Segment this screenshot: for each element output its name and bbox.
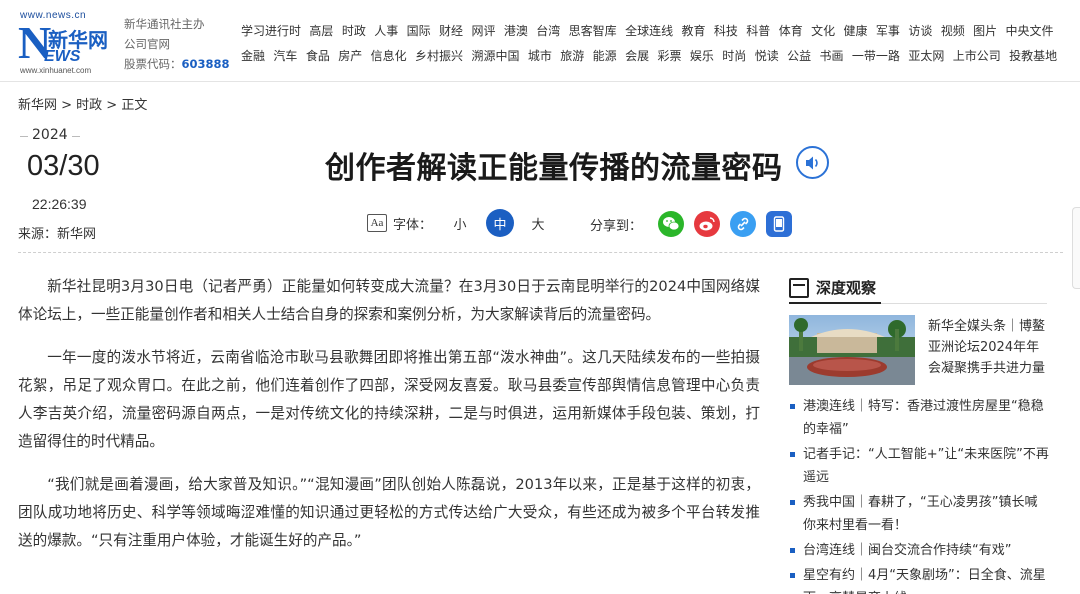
font-medium-button[interactable]: 中: [486, 209, 515, 237]
font-size-controls: Aa 字体： 小 中 大: [367, 208, 552, 238]
weibo-icon[interactable]: [694, 211, 721, 237]
nav-item[interactable]: 文化: [811, 22, 835, 39]
sponsor-line1: 新华通讯社主办: [124, 17, 205, 31]
book-icon: [789, 277, 809, 298]
nav-item[interactable]: 军事: [876, 22, 900, 39]
sidebar-title-text: 深度观察: [816, 279, 877, 297]
nav-item[interactable]: 乡村振兴: [415, 47, 463, 64]
nav-item[interactable]: 思客智库: [569, 22, 617, 39]
feature-headline[interactable]: 新华全媒头条｜博鳌亚洲论坛2024年年会凝聚携手共进力量: [928, 316, 1048, 379]
nav-item[interactable]: 汽车: [273, 47, 297, 64]
publish-time: 22:26:39: [32, 196, 87, 212]
xinhua-logo[interactable]: www.news.cn N 新华网 EWS www.xinhuanet.com: [18, 10, 110, 75]
nav-item[interactable]: 科普: [746, 22, 770, 39]
sponsor-info: 新华通讯社主办 公司官网 股票代码：603888: [124, 14, 230, 74]
sidebar-list-item[interactable]: 台湾连线｜闽台交流合作持续“有戏”: [789, 539, 1049, 562]
sidebar-list-item[interactable]: 记者手记：“人工智能+”让“未来医院”不再遥远: [789, 443, 1049, 489]
logo-ews: EWS: [44, 48, 81, 65]
header-divider: [18, 252, 1063, 253]
mobile-icon[interactable]: [766, 211, 793, 237]
nav-item[interactable]: 时尚: [722, 47, 746, 64]
stock-code[interactable]: 603888: [182, 57, 230, 71]
side-tab[interactable]: [1072, 207, 1080, 289]
nav-item[interactable]: 上市公司: [953, 47, 1001, 64]
nav-item[interactable]: 访谈: [908, 22, 932, 39]
nav-item[interactable]: 亚太网: [908, 47, 944, 64]
nav-item[interactable]: 公益: [787, 47, 811, 64]
link-icon[interactable]: [730, 211, 757, 237]
font-size-label: 字体：: [393, 217, 433, 233]
stock-info[interactable]: 股票代码：603888: [124, 54, 230, 74]
nav-item[interactable]: 中央文件: [1006, 22, 1054, 39]
feature-image[interactable]: [789, 315, 915, 385]
nav-item[interactable]: 图片: [973, 22, 997, 39]
nav-item[interactable]: 体育: [779, 22, 803, 39]
nav-item[interactable]: 财经: [439, 22, 463, 39]
nav-item[interactable]: 会展: [625, 47, 649, 64]
nav-item[interactable]: 健康: [844, 22, 868, 39]
nav-item[interactable]: 时政: [342, 22, 366, 39]
site-header: www.news.cn N 新华网 EWS www.xinhuanet.com …: [0, 0, 1080, 82]
nav-item[interactable]: 高层: [309, 22, 333, 39]
nav-item[interactable]: 金融: [241, 47, 265, 64]
publish-day: 03/30: [27, 150, 100, 182]
article-paragraph: 一年一度的泼水节将近，云南省临沧市耿马县歌舞团即将推出第五部“泼水神曲”。这几天…: [18, 349, 760, 450]
channel-nav: 学习进行时 高层 时政 人事 国际 财经 网评 港澳 台湾 思客智库 全球连线 教育 科技 科普 体育 文化健…: [241, 18, 1071, 68]
article-paragraph: 新华社昆明3月30日电（记者严勇）正能量如何转变成大流量？在3月30日于云南昆明…: [18, 278, 760, 323]
nav-item[interactable]: 溯源中国: [471, 47, 519, 64]
publish-year: 2024: [20, 127, 80, 143]
font-small-button[interactable]: 小: [446, 209, 474, 237]
font-large-button[interactable]: 大: [524, 209, 552, 237]
nav-item[interactable]: 食品: [306, 47, 330, 64]
article-title: 创作者解读正能量传播的流量密码: [325, 151, 783, 186]
article-body: 新华社昆明3月30日电（记者严勇）正能量如何转变成大流量？在3月30日于云南昆明…: [18, 273, 760, 570]
nav-item[interactable]: 人事: [374, 22, 398, 39]
nav-row-1: 学习进行时 高层 时政 人事 国际 财经 网评 港澳 台湾 思客智库 全球连线 教育 科技 科普 体育 文化健…: [241, 18, 1071, 43]
nav-item[interactable]: 悦读: [755, 47, 779, 64]
nav-item[interactable]: 旅游: [560, 47, 584, 64]
sidebar-list: 港澳连线｜特写：香港过渡性房屋里“稳稳的幸福” 记者手记：“人工智能+”让“未来医…: [789, 395, 1049, 594]
article-paragraph: “我们就是画着漫画，给大家普及知识。”“混知漫画”团队创始人陈磊说，2013年以…: [18, 476, 760, 549]
nav-item[interactable]: 能源: [593, 47, 617, 64]
sidebar-list-item[interactable]: 港澳连线｜特写：香港过渡性房屋里“稳稳的幸福”: [789, 395, 1049, 441]
nav-item[interactable]: 娱乐: [690, 47, 714, 64]
sponsor-line2: 公司官网: [124, 37, 170, 51]
sidebar-title: 深度观察: [789, 277, 876, 298]
nav-item[interactable]: 教育: [681, 22, 705, 39]
sidebar-divider-accent: [789, 302, 881, 304]
logo-url-bottom: www.xinhuanet.com: [20, 66, 92, 75]
share-bar: 分享到：: [590, 210, 793, 238]
wechat-icon[interactable]: [658, 211, 685, 237]
nav-item[interactable]: 国际: [407, 22, 431, 39]
nav-item[interactable]: 城市: [528, 47, 552, 64]
nav-item[interactable]: 视频: [941, 22, 965, 39]
nav-item[interactable]: 书画: [820, 47, 844, 64]
stock-label: 股票代码：: [124, 57, 182, 71]
sidebar-list-item[interactable]: 秀我中国｜春耕了，“王心凌男孩”镇长喊你来村里看一看！: [789, 491, 1049, 537]
article-source: 来源：新华网: [18, 227, 97, 242]
nav-item[interactable]: 学习进行时: [241, 22, 301, 39]
nav-item[interactable]: 房产: [338, 47, 362, 64]
nav-item[interactable]: 港澳: [504, 22, 528, 39]
nav-item[interactable]: 网评: [471, 22, 495, 39]
nav-item[interactable]: 全球连线: [625, 22, 673, 39]
nav-item[interactable]: 彩票: [657, 47, 681, 64]
nav-item[interactable]: 科技: [714, 22, 738, 39]
sidebar-list-item[interactable]: 星空有约｜4月“天象剧场”：日全食、流星雨、亮彗星齐上线: [789, 564, 1049, 594]
speaker-icon[interactable]: [796, 146, 829, 179]
nav-item[interactable]: 信息化: [371, 47, 407, 64]
share-label: 分享到：: [590, 218, 643, 234]
font-size-icon: Aa: [367, 214, 387, 232]
nav-item[interactable]: 投教基地: [1009, 47, 1057, 64]
nav-row-2: 金融 汽车 食品 房产 信息化 乡村振兴 溯源中国 城市 旅游 能源 会展 彩票 娱乐 时尚 悦读 公益 书画一…: [241, 43, 1071, 68]
nav-item[interactable]: 台湾: [536, 22, 560, 39]
breadcrumb[interactable]: 新华网 > 时政 > 正文: [18, 94, 147, 113]
nav-item[interactable]: 一带一路: [852, 47, 900, 64]
